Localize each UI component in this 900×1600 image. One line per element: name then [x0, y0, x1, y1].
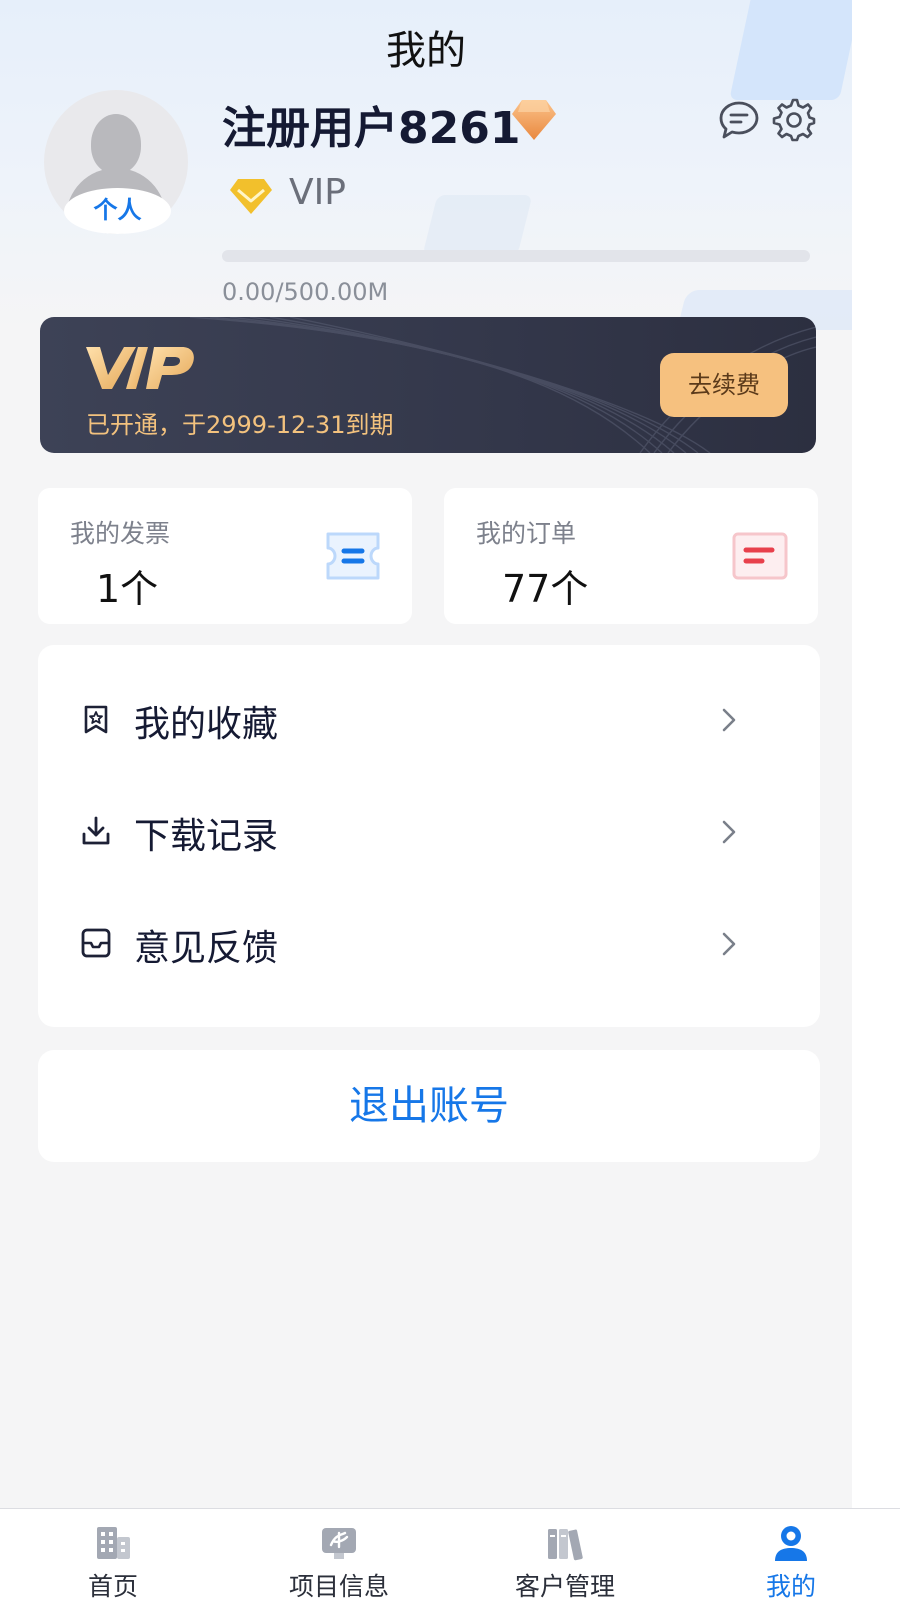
download-icon	[82, 816, 110, 845]
gear-icon[interactable]	[772, 98, 816, 142]
bookmark-star-icon	[84, 705, 108, 734]
order-card[interactable]: 我的订单 77个	[444, 488, 818, 624]
menu-item-favorites[interactable]: 我的收藏	[38, 665, 820, 777]
decorative-shape	[422, 195, 533, 255]
page-title: 我的	[386, 28, 466, 74]
avatar-head	[91, 114, 141, 174]
menu-item-label: 意见反馈	[134, 928, 279, 969]
diamond-icon	[512, 100, 556, 140]
user-icon	[775, 1526, 807, 1561]
menu-item-feedback[interactable]: 意见反馈	[38, 889, 820, 1001]
books-icon	[548, 1529, 583, 1561]
menu-item-label: 下载记录	[134, 816, 279, 857]
order-count: 77个	[502, 567, 589, 611]
vip-level: VIP	[289, 172, 346, 213]
chevron-right-icon	[722, 820, 736, 844]
vip-diamond-icon	[230, 179, 272, 214]
vip-expiry-text: 已开通，于2999-12-31到期	[86, 411, 394, 439]
tab-label: 项目信息	[288, 1572, 389, 1600]
chevron-right-icon	[722, 932, 736, 956]
tab-project-info[interactable]: 项目信息	[226, 1509, 452, 1600]
building-icon	[97, 1527, 130, 1559]
project-board-icon	[322, 1528, 356, 1559]
menu-item-label: 我的收藏	[134, 704, 279, 745]
storage-quota-text: 0.00/500.00M	[222, 278, 389, 306]
menu-item-downloads[interactable]: 下载记录	[38, 777, 820, 889]
chevron-right-icon	[722, 708, 736, 732]
ticket-icon	[326, 532, 380, 580]
tab-customer-management[interactable]: 客户管理	[452, 1509, 678, 1600]
inbox-icon	[81, 928, 111, 958]
renew-button[interactable]: 去续费	[660, 353, 788, 417]
logout-button[interactable]: 退出账号	[38, 1050, 820, 1162]
username: 注册用户8261	[222, 103, 521, 154]
invoice-card[interactable]: 我的发票 1个	[38, 488, 412, 624]
my-page: 我的 个人 注册用户8261 VIP 0.00/500.00M 已开通，于299…	[0, 0, 852, 1600]
order-label: 我的订单	[476, 519, 577, 548]
tab-label: 首页	[87, 1572, 138, 1600]
invoice-label: 我的发票	[70, 519, 171, 548]
order-list-icon	[732, 532, 788, 580]
storage-progress-bar	[222, 250, 810, 262]
message-icon[interactable]	[718, 100, 760, 140]
tab-home[interactable]: 首页	[0, 1509, 226, 1600]
menu-list: 我的收藏 下载记录 意见反馈	[38, 645, 820, 1027]
vip-card: 已开通，于2999-12-31到期 去续费	[40, 317, 816, 453]
avatar-tag: 个人	[64, 188, 171, 234]
tab-mine[interactable]: 我的	[678, 1509, 900, 1600]
tab-label: 客户管理	[514, 1572, 615, 1600]
tab-label: 我的	[765, 1572, 816, 1600]
vip-logo	[86, 347, 194, 389]
invoice-count: 1个	[96, 567, 159, 611]
bottom-tab-bar: 首页 项目信息 客户管理 我的	[0, 1508, 900, 1600]
